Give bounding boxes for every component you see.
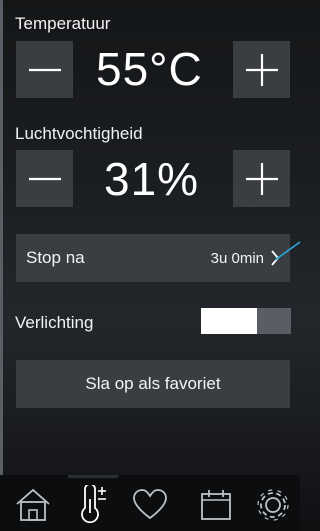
- nav-settings[interactable]: [253, 485, 293, 525]
- active-indicator: [68, 475, 118, 478]
- nav-favorites[interactable]: [130, 485, 170, 525]
- nav-home[interactable]: [13, 485, 53, 525]
- stop-after-label: Stop na: [26, 248, 85, 267]
- plus-icon: [245, 53, 278, 86]
- stop-after-value: 3u 0min: [210, 249, 264, 267]
- temperature-value: 55°C: [96, 43, 203, 95]
- minus-icon: [28, 177, 61, 180]
- nav-climate[interactable]: [73, 485, 113, 525]
- save-favorite-button[interactable]: Sla op als favoriet: [16, 360, 290, 408]
- lighting-toggle[interactable]: [201, 308, 291, 334]
- minus-icon: [28, 68, 61, 71]
- stop-after-button[interactable]: Stop na 3u 0min: [16, 234, 290, 282]
- heart-icon: [133, 489, 167, 520]
- pointer-line: [275, 241, 300, 261]
- calendar-icon: [201, 490, 231, 520]
- temperature-label: Temperatuur: [15, 14, 111, 33]
- lighting-label: Verlichting: [15, 313, 94, 332]
- temperature-decrease-button[interactable]: [16, 41, 73, 98]
- save-favorite-label: Sla op als favoriet: [85, 374, 221, 393]
- gear-icon: [257, 489, 289, 521]
- humidity-value: 31%: [104, 153, 200, 205]
- temperature-increase-button[interactable]: [233, 41, 290, 98]
- thermometer-plus-icon: [81, 485, 106, 524]
- humidity-label: Luchtvochtigheid: [15, 124, 143, 143]
- humidity-increase-button[interactable]: [233, 150, 290, 207]
- toggle-knob: [201, 308, 257, 334]
- nav-schedule[interactable]: [196, 485, 236, 525]
- home-icon: [16, 488, 50, 521]
- bottom-nav: [0, 475, 300, 531]
- app-screen: Temperatuur 55°C Luchtvochtigheid 31% St…: [0, 0, 300, 531]
- plus-icon: [245, 162, 278, 195]
- humidity-decrease-button[interactable]: [16, 150, 73, 207]
